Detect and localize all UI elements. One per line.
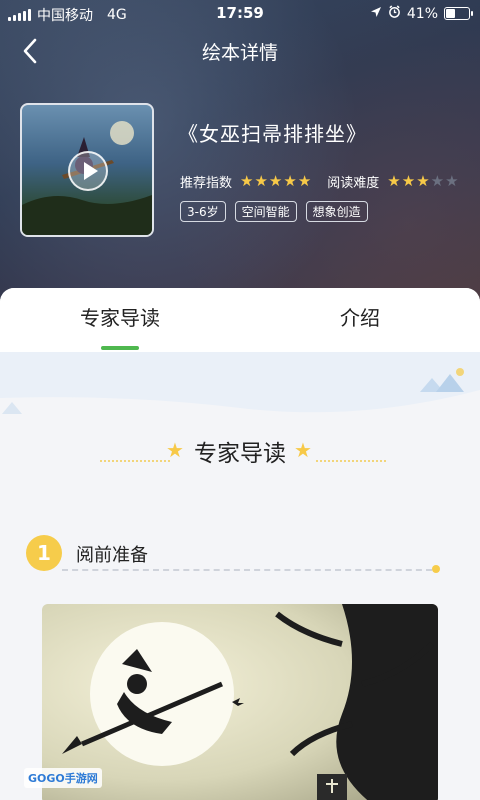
step-number-badge: 1 xyxy=(26,535,62,571)
star-empty-icon: ★ xyxy=(430,172,445,190)
star-filled-icon: ★ xyxy=(254,172,268,190)
recommend-stars: ★ ★ ★ ★ ★ xyxy=(240,174,311,189)
battery-icon xyxy=(444,7,473,20)
star-empty-icon: ★ xyxy=(445,172,459,190)
tag-list: 3-6岁 空间智能 想象创造 xyxy=(180,201,368,222)
alarm-icon xyxy=(388,5,401,22)
recommend-label: 推荐指数 xyxy=(180,176,233,191)
book-cover-video[interactable] xyxy=(20,103,154,237)
star-icon: ★ xyxy=(294,438,312,462)
section-title: 专家导读 xyxy=(184,432,296,472)
watermark-logo: GOGO手游网 xyxy=(24,768,102,788)
star-filled-icon: ★ xyxy=(416,172,430,190)
book-title: 《女巫扫帚排排坐》 xyxy=(178,122,367,146)
nav-bar: 绘本详情 xyxy=(0,28,480,74)
page-title: 绘本详情 xyxy=(201,42,278,64)
status-bar: 中国移动 4G 17:59 41% xyxy=(0,0,480,28)
location-icon xyxy=(370,6,382,22)
section-divider-right xyxy=(316,460,386,462)
decorative-background xyxy=(0,352,480,414)
content-sheet: 专家导读 介绍 ★ 专家导读 ★ 1 阅前准备 xyxy=(0,288,480,800)
battery-percent: 41% xyxy=(406,5,438,22)
active-tab-indicator xyxy=(101,346,139,350)
difficulty-label: 阅读难度 xyxy=(327,176,380,191)
tab-expert-guide[interactable]: 专家导读 xyxy=(0,302,240,331)
star-filled-icon: ★ xyxy=(240,172,254,190)
star-filled-icon: ★ xyxy=(387,172,401,190)
tag-imagination[interactable]: 想象创造 xyxy=(305,201,368,222)
step-dot xyxy=(432,565,440,573)
guide-content: ★ 专家导读 ★ 1 阅前准备 xyxy=(0,352,480,800)
play-icon[interactable] xyxy=(68,151,108,191)
difficulty-stars: ★ ★ ★ ★ ★ xyxy=(387,174,458,189)
tag-age[interactable]: 3-6岁 xyxy=(180,201,226,222)
step-divider xyxy=(62,569,432,571)
step-title: 阅前准备 xyxy=(76,545,148,566)
star-filled-icon: ★ xyxy=(401,172,416,190)
star-filled-icon: ★ xyxy=(297,172,312,190)
star-filled-icon: ★ xyxy=(283,172,297,190)
tab-intro[interactable]: 介绍 xyxy=(240,302,480,331)
ratings-row: 推荐指数 ★ ★ ★ ★ ★ 阅读难度 ★ ★ ★ ★ ★ xyxy=(180,172,459,192)
tab-bar: 专家导读 介绍 xyxy=(0,288,480,352)
star-filled-icon: ★ xyxy=(268,172,283,190)
tag-spatial[interactable]: 空间智能 xyxy=(234,201,297,222)
